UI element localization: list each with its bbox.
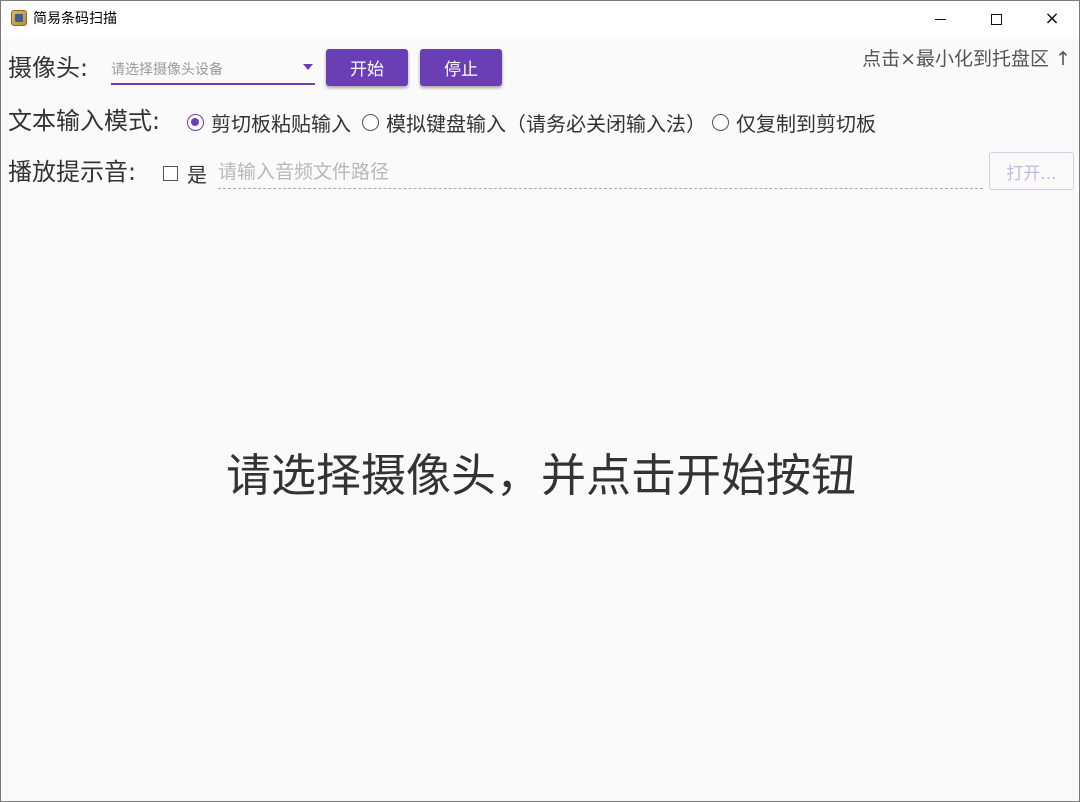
app-logo-icon: [11, 10, 27, 26]
close-button[interactable]: ×: [1029, 1, 1075, 37]
play-sound-label: 播放提示音:: [8, 158, 137, 186]
camera-label: 摄像头:: [8, 54, 89, 82]
checkbox-icon: [163, 165, 178, 181]
minimize-button[interactable]: [917, 1, 963, 37]
radio-checked-icon: [187, 113, 204, 131]
maximize-button[interactable]: [973, 1, 1019, 37]
play-sound-checkbox[interactable]: 是: [163, 159, 207, 187]
window-title: 简易条码扫描: [33, 11, 117, 27]
radio-label: 剪切板粘贴输入: [211, 111, 351, 136]
open-file-button[interactable]: 打开...: [989, 152, 1074, 190]
checkbox-label: 是: [187, 162, 207, 187]
title-bar: 简易条码扫描 ×: [1, 1, 1079, 37]
radio-keyboard-simulate[interactable]: 模拟键盘输入（请务必关闭输入法）: [362, 107, 706, 137]
stop-button[interactable]: 停止: [420, 49, 502, 86]
radio-copy-only[interactable]: 仅复制到剪切板: [712, 107, 876, 137]
preview-message: 请选择摄像头，并点击开始按钮: [225, 449, 856, 502]
audio-path-input[interactable]: [218, 155, 983, 189]
camera-select[interactable]: 请选择摄像头设备: [111, 53, 315, 85]
maximize-icon: [990, 13, 1002, 25]
input-mode-label: 文本输入模式:: [8, 107, 161, 135]
minimize-icon: [934, 18, 946, 20]
tray-hint: 点击×最小化到托盘区 ↑: [862, 48, 1071, 70]
app-window: 简易条码扫描 × 摄像头: 请选择摄像头设备 开始 停止 点击×最小化到托盘区 …: [0, 0, 1080, 802]
start-button[interactable]: 开始: [326, 49, 408, 86]
radio-unchecked-icon: [712, 113, 729, 131]
radio-label: 仅复制到剪切板: [736, 111, 876, 136]
close-icon: ×: [1044, 8, 1060, 29]
caret-down-icon: [303, 64, 313, 70]
radio-unchecked-icon: [362, 113, 379, 131]
radio-label: 模拟键盘输入（请务必关闭输入法）: [386, 111, 706, 136]
radio-clipboard-paste[interactable]: 剪切板粘贴输入: [187, 107, 351, 137]
camera-select-placeholder: 请选择摄像头设备: [111, 62, 223, 78]
